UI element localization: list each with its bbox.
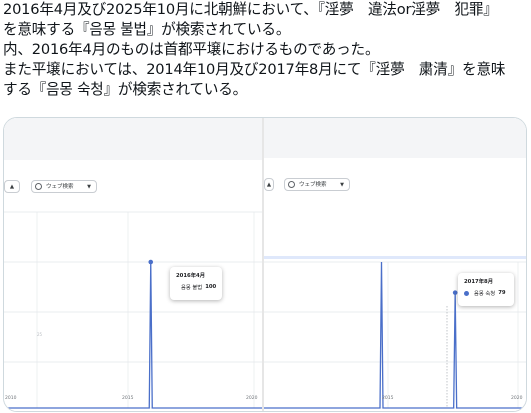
tooltip-row: 음몽 불법 100 — [176, 283, 216, 291]
post-line: を意味する『음몽 불법』が検索されている。 — [3, 21, 291, 38]
web-search-label: ウェブ検索 — [46, 184, 74, 190]
trend-chart-right[interactable]: 2015 2020 2017年8月 음몽 숙청 79 — [264, 196, 526, 411]
x-tick-label: 2015 — [382, 396, 394, 401]
globe-icon — [35, 183, 42, 190]
post-text: 2016年4月及び2025年10月に北朝鮮において、『淫夢 違法or淫夢 犯罪』… — [3, 0, 525, 100]
post-line: また平壌においては、2014年10月及び2017年8月にて『淫夢 粛清』を意味 — [3, 61, 506, 78]
trends-screenshot-left[interactable]: ▲ ウェブ検索 ▼ 25 2010 2015 2020 2016年4月 음몽 불… — [4, 118, 262, 411]
highlight-band — [264, 256, 526, 259]
trend-chart-svg: 25 — [4, 211, 262, 409]
x-tick-label: 2020 — [511, 396, 523, 401]
data-point-2016-04 — [148, 259, 154, 265]
x-tick-label: 2015 — [122, 396, 134, 401]
collapse-button-label: ▲ — [9, 184, 15, 190]
toolbar-band: ▲ ウェブ検索 ▼ — [4, 118, 262, 196]
x-tick-label: 2020 — [246, 396, 258, 401]
trend-chart-left[interactable]: 25 2010 2015 2020 2016年4月 음몽 불법 100 — [4, 196, 262, 411]
collapse-button[interactable]: ▲ — [4, 180, 20, 193]
tooltip-series-label: 음몽 불법 — [181, 285, 203, 291]
post-line: 2016年4月及び2025年10月に北朝鮮において、『淫夢 違法or淫夢 犯罪』 — [3, 1, 498, 18]
tooltip-series-label: 음몽 숙청 — [474, 291, 496, 297]
chevron-down-icon: ▼ — [87, 184, 91, 190]
collapse-button[interactable]: ▲ — [264, 178, 274, 191]
tooltip-date: 2017年8月 — [464, 279, 494, 285]
post-line: 内、2016年4月のものは首都平壌におけるものであった。 — [3, 41, 380, 58]
series-dot-icon — [464, 290, 469, 296]
web-search-label: ウェブ検索 — [299, 182, 327, 188]
chart-tooltip: 2016年4月 음몽 불법 100 — [170, 267, 222, 300]
y-tick-label: 25 — [37, 332, 43, 337]
trends-screenshot-right[interactable]: ▲ ウェブ検索 ▼ 2015 2020 2017年8月 음몽 숙청 79 — [264, 118, 526, 411]
web-search-dropdown[interactable]: ウェブ検索 ▼ — [284, 178, 350, 191]
series-line-음몽-불법 — [4, 261, 262, 409]
header-strip — [4, 118, 262, 160]
tooltip-value: 100 — [205, 284, 217, 290]
post-line: する『음몽 숙청』が検索されている。 — [3, 81, 248, 98]
web-search-dropdown[interactable]: ウェブ検索 ▼ — [31, 180, 97, 193]
chevron-down-icon: ▼ — [340, 182, 344, 188]
data-point-2017-08 — [452, 290, 458, 295]
collapse-button-label: ▲ — [266, 182, 272, 188]
x-tick-label: 2010 — [5, 396, 17, 401]
globe-icon — [288, 181, 295, 188]
post-media[interactable]: ▲ ウェブ検索 ▼ 25 2010 2015 2020 2016年4月 음몽 불… — [3, 117, 527, 412]
header-strip — [264, 118, 526, 158]
chart-tooltip: 2017年8月 음몽 숙청 79 — [458, 273, 514, 306]
tooltip-row: 음몽 숙청 79 — [464, 289, 508, 297]
toolbar-band: ▲ ウェブ検索 ▼ — [264, 118, 526, 196]
tooltip-value: 79 — [498, 290, 506, 296]
tooltip-date: 2016年4月 — [176, 273, 206, 279]
